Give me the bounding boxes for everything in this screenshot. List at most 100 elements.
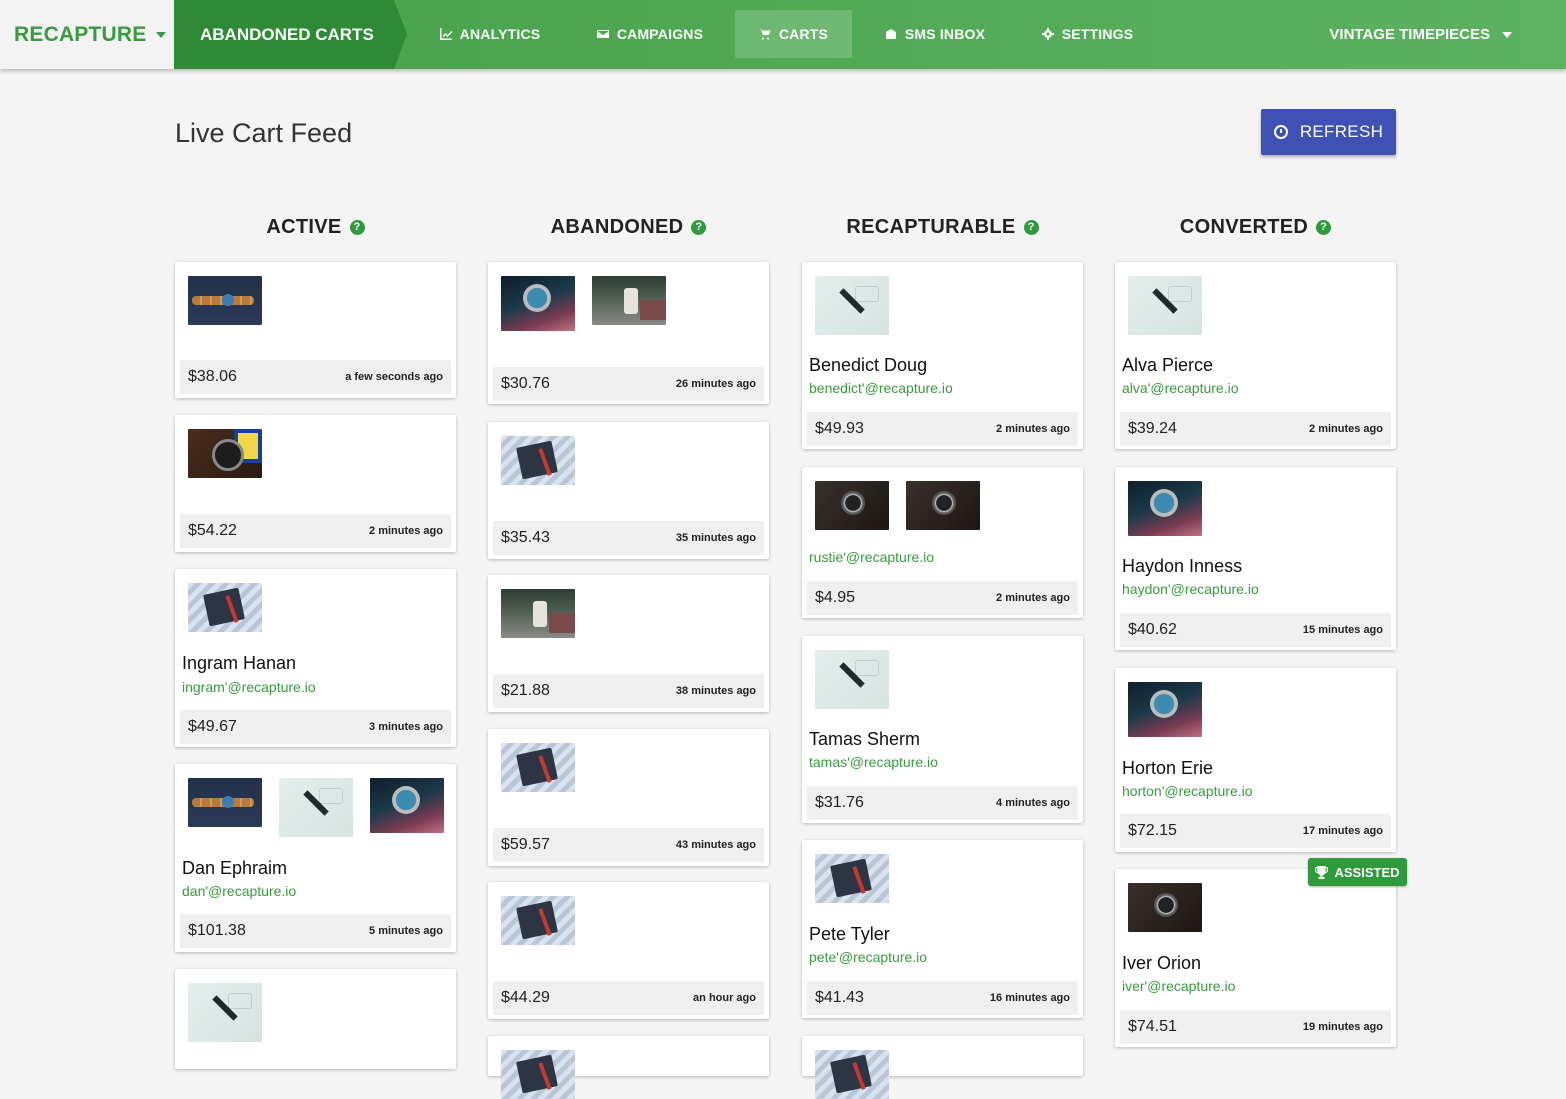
cart-time: an hour ago — [693, 992, 756, 1004]
product-thumbnail — [501, 1050, 575, 1099]
customer-email[interactable]: haydon'@recapture.io — [1122, 581, 1259, 597]
customer-email[interactable]: tamas'@recapture.io — [809, 754, 938, 770]
customer-email[interactable]: ingram'@recapture.io — [182, 679, 316, 695]
nav-sms-label: SMS INBOX — [904, 26, 986, 42]
cart-time: a few seconds ago — [345, 371, 443, 383]
customer-name: Iver Orion — [1122, 953, 1202, 973]
customer-email[interactable]: rustie'@recapture.io — [809, 549, 934, 565]
help-icon[interactable]: ? — [691, 219, 707, 235]
column-header-active: ACTIVE ? — [175, 212, 456, 242]
customer-name: Pete Tyler — [809, 924, 890, 944]
cart-card[interactable]: $59.57 43 minutes ago — [488, 729, 769, 866]
nav-settings-label: SETTINGS — [1061, 26, 1134, 42]
cart-icon — [758, 29, 771, 40]
nav-settings[interactable]: SETTINGS — [1030, 10, 1145, 58]
store-name: VINTAGE TIMEPIECES — [1329, 26, 1490, 43]
nav-analytics[interactable]: ANALYTICS — [425, 10, 555, 58]
cart-card[interactable] — [175, 969, 456, 1069]
cart-card[interactable]: $35.43 35 minutes ago — [488, 422, 769, 559]
cart-footer: $49.67 3 minutes ago — [180, 710, 451, 744]
customer-name: Dan Ephraim — [182, 858, 288, 878]
cart-card[interactable]: Alva Pierce alva'@recapture.io $39.24 2 m… — [1115, 262, 1396, 449]
cart-total: $39.24 — [1128, 420, 1177, 437]
product-thumbnail — [188, 983, 262, 1042]
customer-email[interactable]: iver'@recapture.io — [1122, 978, 1235, 994]
product-thumbnail — [815, 854, 889, 903]
product-thumbnail — [501, 436, 575, 485]
cart-card[interactable]: Haydon Inness haydon'@recapture.io $40.6… — [1115, 467, 1396, 650]
product-thumbnail — [370, 778, 444, 833]
cart-total: $21.88 — [501, 682, 550, 699]
customer-name: Alva Pierce — [1122, 355, 1214, 375]
cart-time: 15 minutes ago — [1302, 624, 1383, 636]
mail-icon — [596, 30, 609, 38]
cart-total: $31.76 — [815, 794, 864, 811]
customer-name: Tamas Sherm — [809, 729, 921, 749]
cart-time: 2 minutes ago — [369, 525, 443, 537]
refresh-button[interactable]: REFRESH — [1261, 109, 1396, 155]
cart-time: 4 minutes ago — [996, 797, 1070, 809]
product-thumbnail — [188, 778, 262, 827]
cart-card[interactable]: $54.22 2 minutes ago — [175, 415, 456, 552]
customer-email[interactable]: dan'@recapture.io — [182, 883, 296, 899]
help-icon[interactable]: ? — [1316, 219, 1332, 235]
cart-footer: $38.06 a few seconds ago — [180, 360, 451, 394]
customer-name: Benedict Doug — [809, 355, 928, 375]
cart-card[interactable]: Ingram Hanan ingram'@recapture.io $49.67… — [175, 569, 456, 747]
customer-email[interactable]: pete'@recapture.io — [809, 949, 927, 965]
inbox-icon — [885, 29, 896, 39]
brand-menu[interactable]: RECAPTURE — [0, 0, 174, 69]
cart-card[interactable]: Benedict Doug benedict'@recapture.io $49… — [802, 262, 1083, 449]
nav-sms-inbox[interactable]: SMS INBOX — [875, 10, 995, 58]
cart-card[interactable]: $44.29 an hour ago — [488, 882, 769, 1019]
cart-time: 16 minutes ago — [989, 992, 1070, 1004]
cart-time: 17 minutes ago — [1302, 825, 1383, 837]
customer-email[interactable]: alva'@recapture.io — [1122, 380, 1239, 396]
customer-name: Horton Erie — [1122, 758, 1214, 778]
column-header-recapturable: RECAPTURABLE ? — [802, 212, 1083, 242]
cart-total: $40.62 — [1128, 621, 1177, 638]
cart-time: 35 minutes ago — [675, 532, 756, 544]
gear-icon — [1041, 28, 1054, 40]
cart-total: $41.43 — [815, 989, 864, 1006]
product-thumbnail — [1128, 682, 1202, 737]
cart-footer: $49.93 2 minutes ago — [807, 412, 1078, 446]
column-title: ACTIVE — [266, 215, 342, 238]
cart-footer: $21.88 38 minutes ago — [493, 674, 764, 708]
cart-total: $74.51 — [1128, 1018, 1177, 1035]
nav-campaigns[interactable]: CAMPAIGNS — [585, 10, 715, 58]
cart-card[interactable]: Tamas Sherm tamas'@recapture.io $31.76 4 … — [802, 636, 1083, 823]
column-title: RECAPTURABLE — [846, 215, 1016, 238]
cart-time: 26 minutes ago — [675, 378, 756, 390]
cart-time: 3 minutes ago — [369, 721, 443, 733]
cart-card[interactable]: Dan Ephraim dan'@recapture.io $101.38 5 m… — [175, 764, 456, 952]
clock-icon — [1273, 125, 1288, 139]
cart-card[interactable]: Iver Orion iver'@recapture.io $74.51 19 m… — [1115, 869, 1396, 1047]
customer-email[interactable]: horton'@recapture.io — [1122, 783, 1253, 799]
customer-email[interactable]: benedict'@recapture.io — [809, 380, 953, 396]
cart-total: $54.22 — [188, 522, 237, 539]
cart-card[interactable]: Horton Erie horton'@recapture.io $72.15 1… — [1115, 668, 1396, 852]
cart-total: $38.06 — [188, 368, 237, 385]
cart-footer: $4.95 2 minutes ago — [807, 581, 1078, 615]
chevron-down-icon — [1502, 31, 1512, 38]
column-title: ABANDONED — [550, 215, 684, 238]
nav-carts-label: CARTS — [778, 26, 829, 42]
help-icon[interactable]: ? — [1023, 219, 1039, 235]
cart-card[interactable] — [488, 1036, 769, 1099]
store-selector[interactable]: VINTAGE TIMEPIECES — [1329, 0, 1512, 69]
cart-footer: $30.76 26 minutes ago — [493, 367, 764, 401]
cart-card[interactable] — [802, 1036, 1083, 1099]
cart-card[interactable]: $21.88 38 minutes ago — [488, 575, 769, 712]
cart-time: 2 minutes ago — [1309, 423, 1383, 435]
cart-card[interactable]: $38.06 a few seconds ago — [175, 262, 456, 398]
nav-carts[interactable]: CARTS — [735, 10, 852, 58]
trophy-icon — [1315, 865, 1329, 879]
help-icon[interactable]: ? — [349, 219, 365, 235]
cart-card[interactable]: Pete Tyler pete'@recapture.io $41.43 16 m… — [802, 840, 1083, 1018]
product-thumbnail — [188, 583, 262, 632]
cart-footer: $41.43 16 minutes ago — [807, 981, 1078, 1015]
cart-card[interactable]: $30.76 26 minutes ago — [488, 262, 769, 404]
cart-total: $59.57 — [501, 836, 550, 853]
cart-card[interactable]: rustie'@recapture.io $4.95 2 minutes ago — [802, 467, 1083, 618]
